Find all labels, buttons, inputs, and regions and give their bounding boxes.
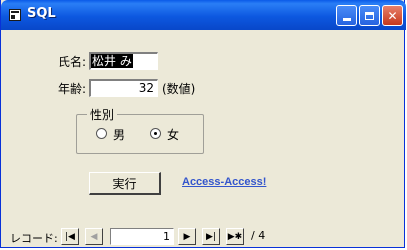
prev-record-icon: ◀ [90, 231, 98, 242]
gender-female-label: 女 [167, 128, 180, 142]
window-title: SQL [27, 6, 56, 21]
first-record-icon: |◀ [65, 231, 75, 242]
gender-group-label: 性別 [87, 106, 118, 123]
maximize-button[interactable] [359, 5, 380, 26]
record-total: / 4 [251, 229, 266, 242]
gender-male-label: 男 [113, 128, 126, 142]
name-field[interactable]: 松井 み [89, 52, 158, 70]
gender-radio-female[interactable] [150, 128, 161, 139]
first-record-button[interactable]: |◀ [61, 228, 79, 245]
new-record-button[interactable]: ▶✱ [226, 228, 244, 245]
last-record-button[interactable]: ▶| [202, 228, 220, 245]
new-record-icon: ▶✱ [227, 231, 243, 242]
access-link[interactable]: Access-Access! [182, 176, 266, 188]
next-record-button[interactable]: ▶ [178, 228, 196, 245]
last-record-icon: ▶| [206, 231, 216, 242]
title-bar[interactable]: SQL ✕ [1, 0, 406, 30]
gender-radio-male[interactable] [96, 128, 107, 139]
close-button[interactable]: ✕ [382, 5, 403, 26]
record-nav-label: レコード: [10, 232, 58, 245]
close-icon: ✕ [387, 8, 398, 23]
name-value: 松井 み [91, 54, 133, 68]
name-label: 氏名: [58, 55, 87, 69]
next-record-icon: ▶ [183, 231, 191, 242]
form-icon [9, 9, 21, 21]
age-field[interactable]: 32 [89, 79, 158, 97]
maximize-icon [365, 11, 374, 20]
age-label: 年齢: [58, 82, 87, 96]
prev-record-button[interactable]: ◀ [85, 228, 103, 245]
current-record-input[interactable]: 1 [110, 228, 174, 245]
form-window: SQL ✕ 氏名: 松井 み 年齢: 32 (数値) 性別 男 女 実行 Acc… [0, 0, 406, 248]
age-note: (数値) [162, 82, 196, 96]
minimize-icon [342, 18, 351, 21]
run-button[interactable]: 実行 [89, 172, 161, 195]
minimize-button[interactable] [336, 5, 357, 26]
